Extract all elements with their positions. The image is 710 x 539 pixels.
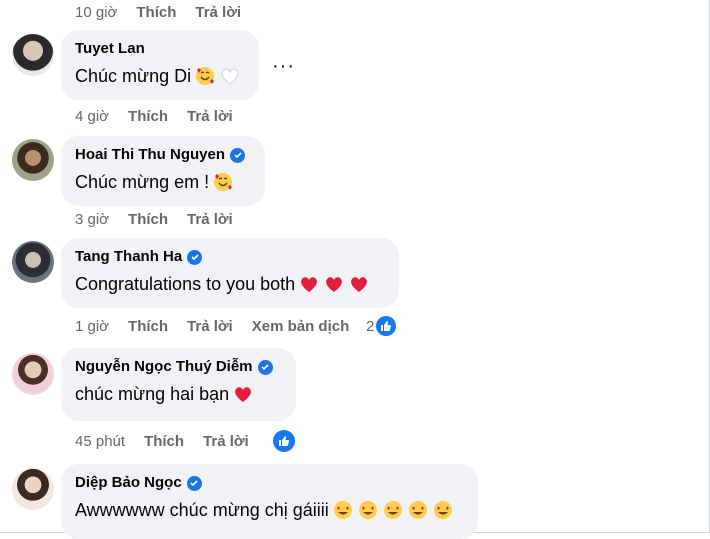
like-link[interactable]: Thích xyxy=(144,433,184,450)
comment-bubble: Nguyễn Ngọc Thuý Diễm chúc mừng hai bạn xyxy=(61,348,296,421)
red-heart-icon xyxy=(235,387,252,402)
smiling-face-with-hearts-icon xyxy=(196,67,215,85)
comment-time[interactable]: 1 giờ xyxy=(75,318,109,335)
comment-author[interactable]: Hoai Thi Thu Nguyen xyxy=(75,146,251,164)
comment-text: Awwwwww chúc mừng chị gáiiii xyxy=(75,499,464,521)
comment-meta: 3 giờ Thích Trả lời xyxy=(75,211,252,228)
comment-text: Chúc mừng Di xyxy=(75,65,245,87)
avatar[interactable] xyxy=(12,34,54,76)
like-link[interactable]: Thích xyxy=(128,108,168,125)
like-link[interactable]: Thích xyxy=(128,211,168,228)
avatar[interactable] xyxy=(12,241,54,283)
white-heart-icon xyxy=(221,68,239,85)
like-link[interactable]: Thích xyxy=(136,4,176,21)
comment-time[interactable]: 45 phút xyxy=(75,433,125,450)
avatar[interactable] xyxy=(12,139,54,181)
verified-badge-icon xyxy=(186,475,202,491)
red-heart-icon xyxy=(326,277,343,292)
reaction-count: 2 xyxy=(366,317,375,335)
like-reaction-icon xyxy=(273,430,295,452)
reply-link[interactable]: Trả lời xyxy=(195,4,241,21)
comment-bubble: Tang Thanh Ha Congratulations to you bot… xyxy=(61,238,399,308)
comment-meta: 1 giờ Thích Trả lời Xem bản dịch xyxy=(75,318,368,335)
heart-eyes-icon xyxy=(408,501,427,519)
reply-link[interactable]: Trả lời xyxy=(187,211,233,228)
heart-eyes-icon xyxy=(358,501,377,519)
see-translation-link[interactable]: Xem bản dịch xyxy=(252,318,350,335)
comment-meta: 10 giờ Thích Trả lời xyxy=(75,4,260,21)
reply-link[interactable]: Trả lời xyxy=(187,318,233,335)
avatar[interactable] xyxy=(12,353,54,395)
comment-meta: 45 phút Thích Trả lời xyxy=(75,433,268,450)
comment-time[interactable]: 10 giờ xyxy=(75,4,117,21)
comment-bubble: Diệp Bảo Ngọc Awwwwww chúc mừng chị gáii… xyxy=(61,464,478,539)
reaction-summary[interactable] xyxy=(273,430,295,452)
comment-author[interactable]: Nguyễn Ngọc Thuý Diễm xyxy=(75,358,282,376)
comment-bubble: Hoai Thi Thu Nguyen Chúc mừng em ! xyxy=(61,136,265,206)
verified-badge-icon xyxy=(230,147,245,163)
red-heart-icon xyxy=(351,277,368,292)
heart-eyes-icon xyxy=(333,501,352,519)
avatar[interactable] xyxy=(12,468,54,510)
smiling-face-with-hearts-icon xyxy=(214,173,233,191)
comment-bubble: Tuyet Lan Chúc mừng Di xyxy=(61,30,259,100)
reaction-summary[interactable]: 2 xyxy=(366,316,397,336)
comment-text: Congratulations to you both xyxy=(75,273,385,295)
heart-eyes-icon xyxy=(383,501,402,519)
comment-text: Chúc mừng em ! xyxy=(75,171,251,193)
reply-link[interactable]: Trả lời xyxy=(187,108,233,125)
like-reaction-icon xyxy=(376,316,397,336)
comment-author[interactable]: Tuyet Lan xyxy=(75,40,245,58)
more-options-button[interactable]: ··· xyxy=(272,55,295,78)
comment-author[interactable]: Diệp Bảo Ngọc xyxy=(75,474,464,492)
verified-badge-icon xyxy=(257,359,273,375)
like-link[interactable]: Thích xyxy=(128,318,168,335)
comment-author[interactable]: Tang Thanh Ha xyxy=(75,248,385,266)
comment-text: chúc mừng hai bạn xyxy=(75,383,282,405)
comment-meta: 4 giờ Thích Trả lời xyxy=(75,108,252,125)
verified-badge-icon xyxy=(187,249,203,265)
heart-eyes-icon xyxy=(433,501,452,519)
reply-link[interactable]: Trả lời xyxy=(203,433,249,450)
comment-time[interactable]: 4 giờ xyxy=(75,108,109,125)
comment-time[interactable]: 3 giờ xyxy=(75,211,109,228)
red-heart-icon xyxy=(301,277,318,292)
